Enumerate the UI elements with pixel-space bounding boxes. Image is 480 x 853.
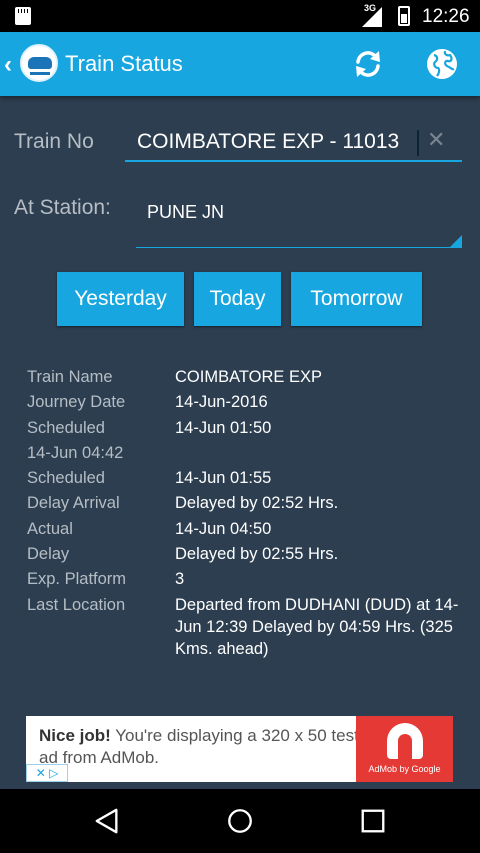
page-title: Train Status: [65, 51, 183, 76]
train-no-label: Train No: [14, 130, 94, 153]
detail-key: Exp. Platform: [27, 570, 127, 589]
status-bar: 3G 12:26: [0, 0, 480, 32]
detail-row: Scheduled 14-Jun 01:55: [27, 467, 467, 492]
clear-icon[interactable]: ✕: [427, 127, 445, 153]
detail-key: Last Location: [27, 595, 126, 614]
ad-banner[interactable]: Nice job! You're displaying a 320 x 50 t…: [26, 716, 453, 782]
ad-brand-panel[interactable]: AdMob by Google: [356, 716, 453, 782]
nav-back-icon[interactable]: [93, 807, 121, 835]
detail-value: 14-Jun 01:55: [175, 469, 272, 488]
system-nav-bar: [0, 789, 480, 853]
back-icon[interactable]: ‹: [4, 51, 12, 79]
nav-recents-icon[interactable]: [359, 807, 387, 835]
detail-key: 14-Jun 04:42: [27, 443, 124, 462]
globe-icon[interactable]: [425, 47, 459, 81]
detail-value: COIMBATORE EXP: [175, 368, 323, 386]
station-select[interactable]: PUNE JN: [136, 190, 462, 248]
station-value[interactable]: PUNE JN: [147, 202, 224, 223]
yesterday-button[interactable]: Yesterday: [57, 272, 184, 326]
sd-card-icon: [15, 7, 31, 25]
ad-headline: Nice job!: [39, 726, 111, 745]
refresh-icon[interactable]: [352, 48, 384, 80]
train-no-value[interactable]: COIMBATORE EXP - 11013: [137, 130, 399, 154]
detail-value: Departed from DUDHANI (DUD) at 14-Jun 12…: [175, 595, 459, 658]
detail-value: 14-Jun 01:50: [175, 418, 272, 437]
ad-brand-label: AdMob by Google: [368, 764, 441, 774]
at-station-label: At Station:: [14, 196, 111, 219]
text-cursor: [417, 130, 419, 156]
detail-row: Exp. Platform 3: [27, 568, 467, 593]
detail-row: Train Name COIMBATORE EXP: [27, 366, 467, 391]
train-logo-icon[interactable]: [20, 44, 58, 82]
nav-home-icon[interactable]: [226, 807, 254, 835]
train-details: Train Name COIMBATORE EXP Journey Date 1…: [27, 366, 467, 660]
detail-value: Delayed by 02:52 Hrs.: [175, 494, 339, 513]
battery-icon: [398, 6, 410, 26]
detail-value: Delayed by 02:55 Hrs.: [175, 545, 339, 564]
admob-logo-icon: [387, 723, 423, 759]
detail-row: Delay Arrival Delayed by 02:52 Hrs.: [27, 492, 467, 517]
detail-row: Scheduled 14-Jun 01:50: [27, 417, 467, 442]
signal-icon: [362, 7, 382, 27]
detail-row: 14-Jun 04:42: [27, 442, 467, 467]
detail-value: 3: [175, 570, 185, 589]
app-bar: ‹ Train Status: [0, 32, 480, 96]
today-button[interactable]: Today: [194, 272, 281, 326]
detail-key: Delay Arrival: [27, 494, 120, 513]
ad-text[interactable]: Nice job! You're displaying a 320 x 50 t…: [39, 725, 359, 769]
detail-row: Last Location Departed from DUDHANI (DUD…: [27, 594, 467, 660]
detail-row: Journey Date 14-Jun-2016: [27, 391, 467, 416]
detail-row: Actual 14-Jun 04:50: [27, 518, 467, 543]
detail-value: 14-Jun-2016: [175, 393, 268, 412]
detail-key: Scheduled: [27, 418, 105, 437]
train-no-input[interactable]: COIMBATORE EXP - 11013 ✕: [125, 124, 462, 162]
detail-key: Journey Date: [27, 393, 126, 412]
detail-key: Train Name: [27, 368, 113, 386]
detail-row: Delay Delayed by 02:55 Hrs.: [27, 543, 467, 568]
tomorrow-button[interactable]: Tomorrow: [291, 272, 422, 326]
dropdown-corner-icon: [450, 235, 462, 247]
detail-value: 14-Jun 04:50: [175, 519, 272, 538]
detail-key: Scheduled: [27, 469, 105, 488]
detail-key: Delay: [27, 545, 70, 564]
status-clock: 12:26: [422, 6, 470, 27]
adchoices-icon[interactable]: ✕ ▷: [26, 764, 68, 782]
detail-key: Actual: [27, 519, 73, 538]
